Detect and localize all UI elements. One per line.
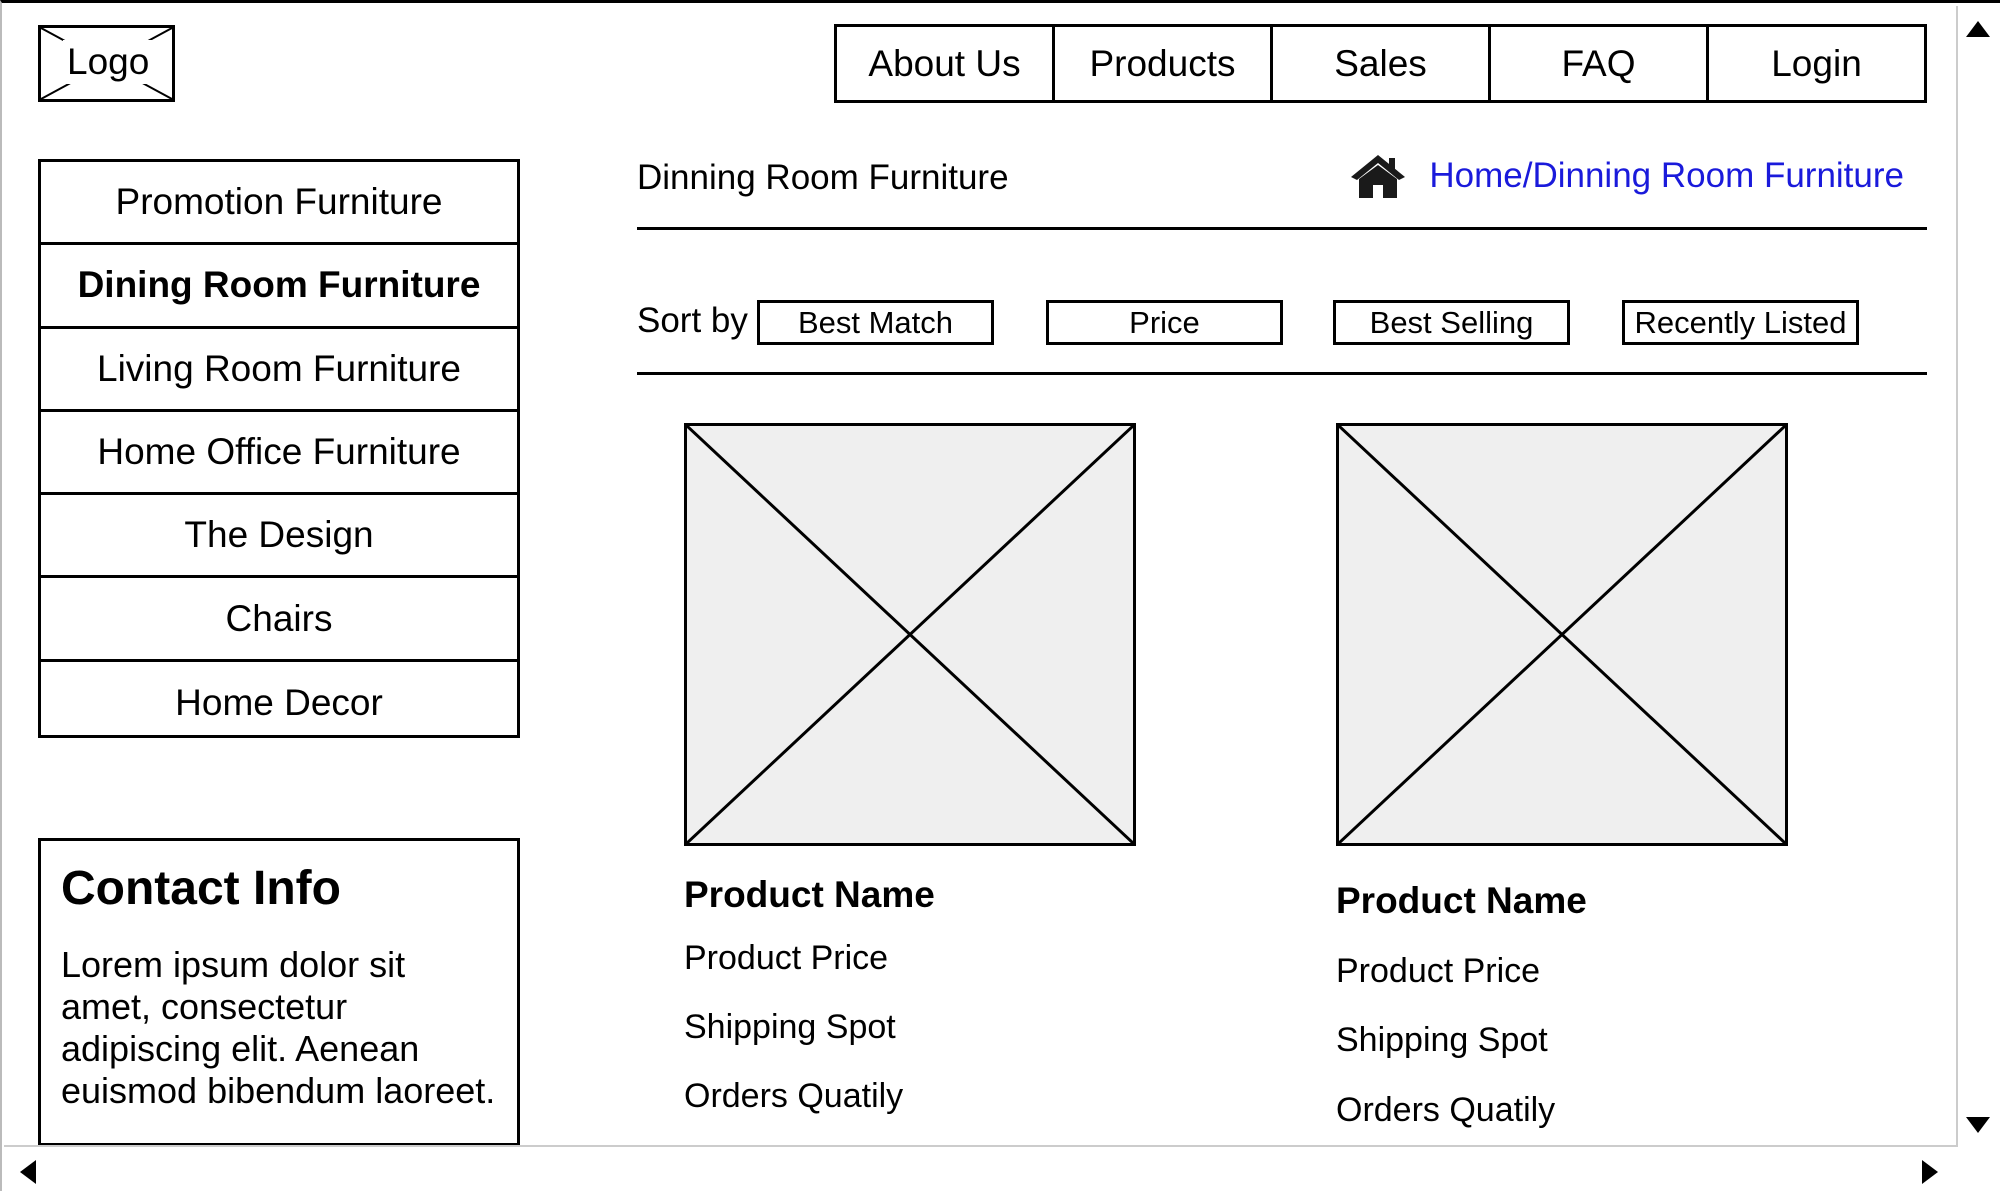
page-title: Dinning Room Furniture (637, 158, 1009, 197)
nav-about-us[interactable]: About Us (837, 27, 1055, 100)
category-sidebar: Promotion Furniture Dining Room Furnitur… (38, 159, 520, 738)
horizontal-scrollbar[interactable] (4, 1145, 1958, 1191)
sort-divider (637, 372, 1927, 375)
product-image-placeholder[interactable] (684, 423, 1136, 846)
product-name[interactable]: Product Name (1336, 879, 1587, 923)
image-placeholder-cross (1339, 426, 1785, 843)
logo-placeholder[interactable]: Logo (38, 25, 175, 102)
nav-products[interactable]: Products (1055, 27, 1273, 100)
contact-info-title: Contact Info (61, 862, 341, 915)
vertical-scrollbar[interactable] (1956, 6, 2000, 1148)
contact-info-box: Contact Info Lorem ipsum dolor sit amet,… (38, 838, 520, 1146)
scroll-up-arrow-icon[interactable] (1966, 21, 1990, 37)
nav-faq[interactable]: FAQ (1491, 27, 1709, 100)
top-navigation: About Us Products Sales FAQ Login (834, 24, 1927, 103)
browser-window: Logo About Us Products Sales FAQ Login P… (0, 0, 2000, 1191)
breadcrumb-bar: Home/Dinning Room Furniture (1349, 153, 1904, 199)
sidebar-item-home-office-furniture[interactable]: Home Office Furniture (41, 412, 517, 496)
sidebar-item-home-decor[interactable]: Home Decor (41, 662, 517, 745)
nav-login[interactable]: Login (1709, 27, 1924, 100)
image-placeholder-cross (687, 426, 1133, 843)
sidebar-item-dining-room-furniture[interactable]: Dining Room Furniture (41, 245, 517, 329)
sidebar-item-the-design[interactable]: The Design (41, 495, 517, 579)
scroll-left-arrow-icon[interactable] (20, 1160, 36, 1184)
sort-price-button[interactable]: Price (1046, 300, 1283, 345)
header-divider (637, 227, 1927, 230)
product-name[interactable]: Product Name (684, 873, 935, 917)
product-orders: Orders Quatily (684, 1077, 904, 1115)
sort-best-match-button[interactable]: Best Match (757, 300, 994, 345)
sidebar-item-living-room-furniture[interactable]: Living Room Furniture (41, 329, 517, 412)
breadcrumb-link[interactable]: Home/Dinning Room Furniture (1429, 154, 1904, 198)
scroll-right-arrow-icon[interactable] (1922, 1160, 1938, 1184)
product-price: Product Price (684, 939, 889, 977)
nav-sales[interactable]: Sales (1273, 27, 1491, 100)
logo-label: Logo (63, 40, 154, 84)
home-icon[interactable] (1349, 153, 1407, 199)
product-price: Product Price (1336, 952, 1541, 990)
product-shipping: Shipping Spot (684, 1008, 896, 1046)
product-orders: Orders Quatily (1336, 1091, 1556, 1129)
product-image-placeholder[interactable] (1336, 423, 1788, 846)
contact-info-text: Lorem ipsum dolor sit amet, consectetur … (61, 943, 496, 1111)
sort-label: Sort by (637, 301, 748, 340)
scroll-down-arrow-icon[interactable] (1966, 1117, 1990, 1133)
sort-recently-listed-button[interactable]: Recently Listed (1622, 300, 1859, 345)
sort-best-selling-button[interactable]: Best Selling (1333, 300, 1570, 345)
product-shipping: Shipping Spot (1336, 1021, 1548, 1059)
sidebar-item-chairs[interactable]: Chairs (41, 578, 517, 662)
sidebar-item-promotion-furniture[interactable]: Promotion Furniture (41, 162, 517, 246)
